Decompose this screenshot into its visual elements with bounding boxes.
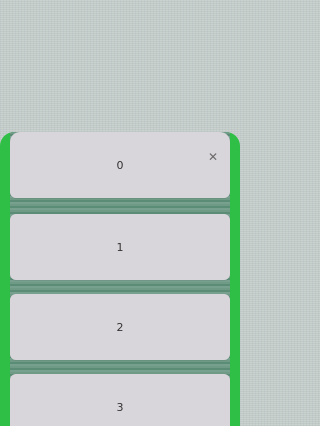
bottom-sheet: 0 ✕ 1 2 3 [0, 132, 240, 426]
close-icon[interactable]: ✕ [206, 150, 220, 164]
screen: 0 ✕ 1 2 3 [0, 0, 240, 426]
list-item-1[interactable]: 1 [10, 214, 230, 280]
list-item-label: 3 [116, 400, 124, 414]
list-item-label: 2 [116, 320, 124, 334]
list-item-label: 0 [116, 158, 124, 172]
list-item-0[interactable]: 0 ✕ [10, 132, 230, 198]
list-item-2[interactable]: 2 [10, 294, 230, 360]
sheet-content: 0 ✕ 1 2 3 [10, 132, 230, 426]
list-item-label: 1 [116, 240, 124, 254]
list-item-3[interactable]: 3 [10, 374, 230, 426]
